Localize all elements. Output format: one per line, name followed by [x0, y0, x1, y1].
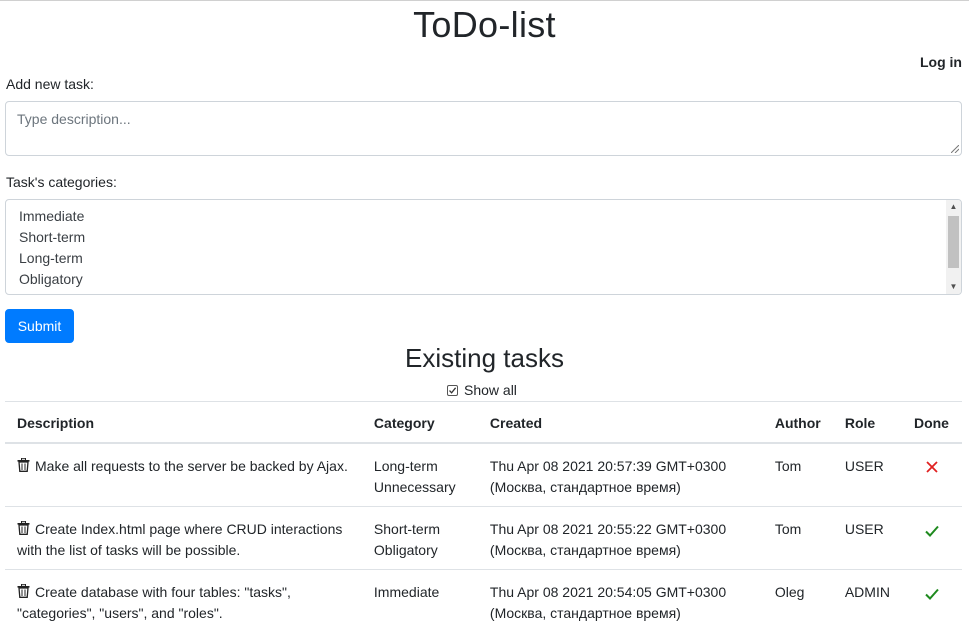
task-created-date: Thu Apr 08 2021 20:55:22 GMT+0300: [490, 519, 751, 540]
task-created-cell: Thu Apr 08 2021 20:55:22 GMT+0300 (Москв…: [478, 507, 763, 570]
task-created-cell: Thu Apr 08 2021 20:57:39 GMT+0300 (Москв…: [478, 443, 763, 507]
trash-icon[interactable]: [17, 521, 30, 535]
table-row: Create database with four tables: "tasks…: [5, 570, 962, 632]
task-done-cell: [902, 570, 962, 632]
login-link[interactable]: Log in: [920, 54, 962, 70]
task-author: Tom: [763, 507, 833, 570]
scroll-down-icon[interactable]: ▼: [946, 280, 961, 294]
category-option-long-term[interactable]: Long-term: [19, 250, 83, 266]
trash-icon[interactable]: [17, 458, 30, 472]
header-created: Created: [478, 402, 763, 444]
task-category-cell: Short-term Obligatory: [362, 507, 478, 570]
show-all-checkbox[interactable]: [447, 385, 458, 396]
task-role: USER: [833, 443, 902, 507]
category-option-short-term[interactable]: Short-term: [19, 229, 85, 245]
task-category: Obligatory: [374, 540, 466, 561]
header-done: Done: [902, 402, 962, 444]
task-category: Long-term: [374, 456, 466, 477]
table-row: Make all requests to the server be backe…: [5, 443, 962, 507]
category-option-obligatory[interactable]: Obligatory: [19, 271, 83, 287]
task-created-timezone: (Москва, стандартное время): [490, 603, 751, 624]
header-description: Description: [5, 402, 362, 444]
header-author: Author: [763, 402, 833, 444]
page-title: ToDo-list: [0, 4, 969, 46]
task-created-timezone: (Москва, стандартное время): [490, 477, 751, 498]
task-done-cell: [902, 507, 962, 570]
task-description: Create database with four tables: "tasks…: [17, 584, 291, 621]
task-author: Oleg: [763, 570, 833, 632]
trash-icon[interactable]: [17, 584, 30, 598]
categories-select[interactable]: Immediate Short-term Long-term Obligator…: [5, 199, 962, 295]
description-field-wrapper: [5, 101, 962, 156]
task-category: Unnecessary: [374, 477, 466, 498]
description-input[interactable]: [6, 102, 961, 155]
task-role: USER: [833, 507, 902, 570]
task-role: ADMIN: [833, 570, 902, 632]
task-created-cell: Thu Apr 08 2021 20:54:05 GMT+0300 (Москв…: [478, 570, 763, 632]
task-description-cell: Create database with four tables: "tasks…: [5, 570, 362, 632]
table-row: Create Index.html page where CRUD intera…: [5, 507, 962, 570]
show-all-label: Show all: [464, 382, 517, 398]
check-icon[interactable]: [925, 588, 939, 600]
existing-tasks-title: Existing tasks: [0, 343, 969, 374]
task-description-cell: Make all requests to the server be backe…: [5, 443, 362, 507]
cross-icon[interactable]: [926, 461, 938, 473]
task-category: Short-term: [374, 519, 466, 540]
header-role: Role: [833, 402, 902, 444]
scroll-up-icon[interactable]: ▲: [946, 200, 961, 214]
task-created-timezone: (Москва, стандартное время): [490, 540, 751, 561]
table-header-row: Description Category Created Author Role…: [5, 402, 962, 444]
task-author: Tom: [763, 443, 833, 507]
task-category-cell: Immediate: [362, 570, 478, 632]
header-category: Category: [362, 402, 478, 444]
categories-scrollbar[interactable]: ▲ ▼: [946, 200, 961, 294]
categories-label: Task's categories:: [6, 174, 117, 190]
show-all-toggle[interactable]: Show all: [447, 382, 517, 398]
task-done-cell: [902, 443, 962, 507]
task-description-cell: Create Index.html page where CRUD intera…: [5, 507, 362, 570]
task-category-cell: Long-term Unnecessary: [362, 443, 478, 507]
scrollbar-thumb[interactable]: [948, 216, 959, 268]
resize-handle-icon[interactable]: [951, 145, 959, 153]
task-description: Make all requests to the server be backe…: [35, 458, 348, 474]
description-label: Add new task:: [6, 76, 94, 92]
task-created-date: Thu Apr 08 2021 20:54:05 GMT+0300: [490, 582, 751, 603]
submit-button[interactable]: Submit: [5, 309, 74, 343]
task-created-date: Thu Apr 08 2021 20:57:39 GMT+0300: [490, 456, 751, 477]
category-option-immediate[interactable]: Immediate: [19, 208, 84, 224]
tasks-table: Description Category Created Author Role…: [5, 401, 962, 632]
task-description: Create Index.html page where CRUD intera…: [17, 521, 342, 558]
task-category: Immediate: [374, 582, 466, 603]
check-icon[interactable]: [925, 525, 939, 537]
